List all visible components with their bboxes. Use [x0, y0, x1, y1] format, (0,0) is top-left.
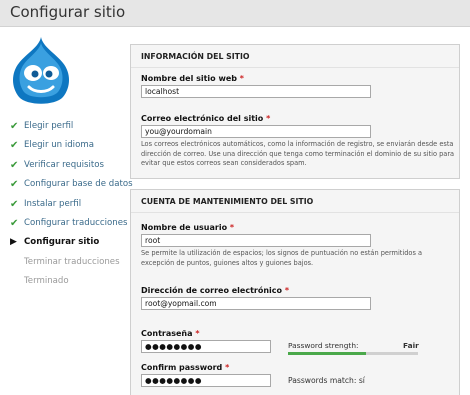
- username-label-text: Nombre de usuario: [141, 223, 228, 232]
- username-input[interactable]: root: [141, 234, 371, 247]
- password-label: Contraseña *: [141, 329, 200, 338]
- step-elegir-idioma: ✔ Elegir un idioma: [10, 136, 125, 155]
- account-email-label-text: Dirección de correo electrónico: [141, 286, 283, 295]
- step-label: Verificar requisitos: [24, 159, 104, 170]
- confirm-password-label: Confirm password *: [141, 363, 229, 372]
- username-label: Nombre de usuario *: [141, 223, 234, 232]
- arrow-right-icon: ▶: [10, 237, 17, 248]
- password-strength-value: Fair: [403, 341, 419, 350]
- password-strength-bar: [288, 352, 418, 355]
- site-email-input[interactable]: you@yourdomain: [141, 125, 371, 138]
- confirm-password-label-text: Confirm password: [141, 363, 223, 372]
- step-terminar-traducciones: Terminar traducciones: [10, 253, 125, 272]
- check-icon: ✔: [10, 179, 19, 191]
- site-name-label: Nombre del sitio web *: [141, 74, 244, 83]
- required-mark: *: [195, 329, 200, 338]
- password-input[interactable]: ●●●●●●●●: [141, 340, 271, 353]
- fieldset-legend: CUENTA DE MANTENIMIENTO DEL SITIO: [131, 190, 459, 213]
- check-icon: ✔: [10, 121, 19, 132]
- step-configurar-sitio: ▶ Configurar sitio: [10, 233, 125, 252]
- fieldset-legend: INFORMACIÓN DEL SITIO: [131, 45, 459, 68]
- account-email-input[interactable]: root@yopmail.com: [141, 297, 371, 310]
- step-elegir-perfil: ✔ Elegir perfil: [10, 117, 125, 136]
- required-mark: *: [229, 223, 235, 232]
- step-label: Elegir un idioma: [24, 140, 94, 151]
- username-help: Se permite la utilización de espacios; l…: [141, 249, 423, 267]
- password-strength-label: Password strength:: [288, 341, 359, 350]
- maintenance-account-fieldset: CUENTA DE MANTENIMIENTO DEL SITIO Nombre…: [130, 189, 460, 395]
- step-terminado: Terminado: [10, 272, 125, 291]
- site-email-help: Los correos electrónicos automáticos, co…: [141, 140, 455, 167]
- step-label: Configurar base de datos: [24, 179, 133, 190]
- step-label: Terminado: [24, 276, 69, 287]
- check-icon: ✔: [10, 217, 19, 229]
- required-mark: *: [284, 286, 289, 295]
- step-label: Configurar sitio: [24, 237, 100, 248]
- required-mark: *: [225, 363, 230, 372]
- site-email-label-text: Correo electrónico del sitio: [141, 114, 264, 123]
- step-configurar-traducciones: ✔ Configurar traducciones: [10, 214, 128, 233]
- required-mark: *: [266, 114, 271, 123]
- check-icon: ✔: [10, 140, 19, 152]
- step-instalar-perfil: ✔ Instalar perfil: [10, 195, 125, 214]
- drupal-logo: [13, 37, 69, 104]
- install-steps: ✔ Elegir perfil ✔ Elegir un idioma ✔ Ver…: [10, 117, 133, 292]
- step-verificar-requisitos: ✔ Verificar requisitos: [10, 156, 125, 175]
- site-name-input[interactable]: localhost: [141, 85, 371, 98]
- title-bar: Configurar sitio: [0, 0, 470, 27]
- step-label: Configurar traducciones: [24, 217, 128, 228]
- account-email-label: Dirección de correo electrónico *: [141, 286, 289, 295]
- password-label-text: Contraseña: [141, 329, 193, 338]
- page-title: Configurar sitio: [10, 3, 126, 21]
- step-configurar-base-datos: ✔ Configurar base de datos: [10, 175, 133, 194]
- step-label: Elegir perfil: [24, 121, 74, 131]
- password-match-status: Passwords match: sí: [288, 376, 365, 385]
- step-label: Terminar traducciones: [24, 256, 120, 267]
- check-icon: ✔: [10, 159, 19, 171]
- required-mark: *: [239, 74, 244, 83]
- step-label: Instalar perfil: [24, 198, 82, 209]
- site-email-label: Correo electrónico del sitio *: [141, 114, 270, 123]
- site-name-label-text: Nombre del sitio web: [141, 74, 237, 83]
- site-info-fieldset: INFORMACIÓN DEL SITIO Nombre del sitio w…: [130, 44, 460, 179]
- password-strength-fill: [288, 352, 366, 355]
- check-icon: ✔: [10, 198, 19, 210]
- confirm-password-input[interactable]: ●●●●●●●●: [141, 374, 271, 387]
